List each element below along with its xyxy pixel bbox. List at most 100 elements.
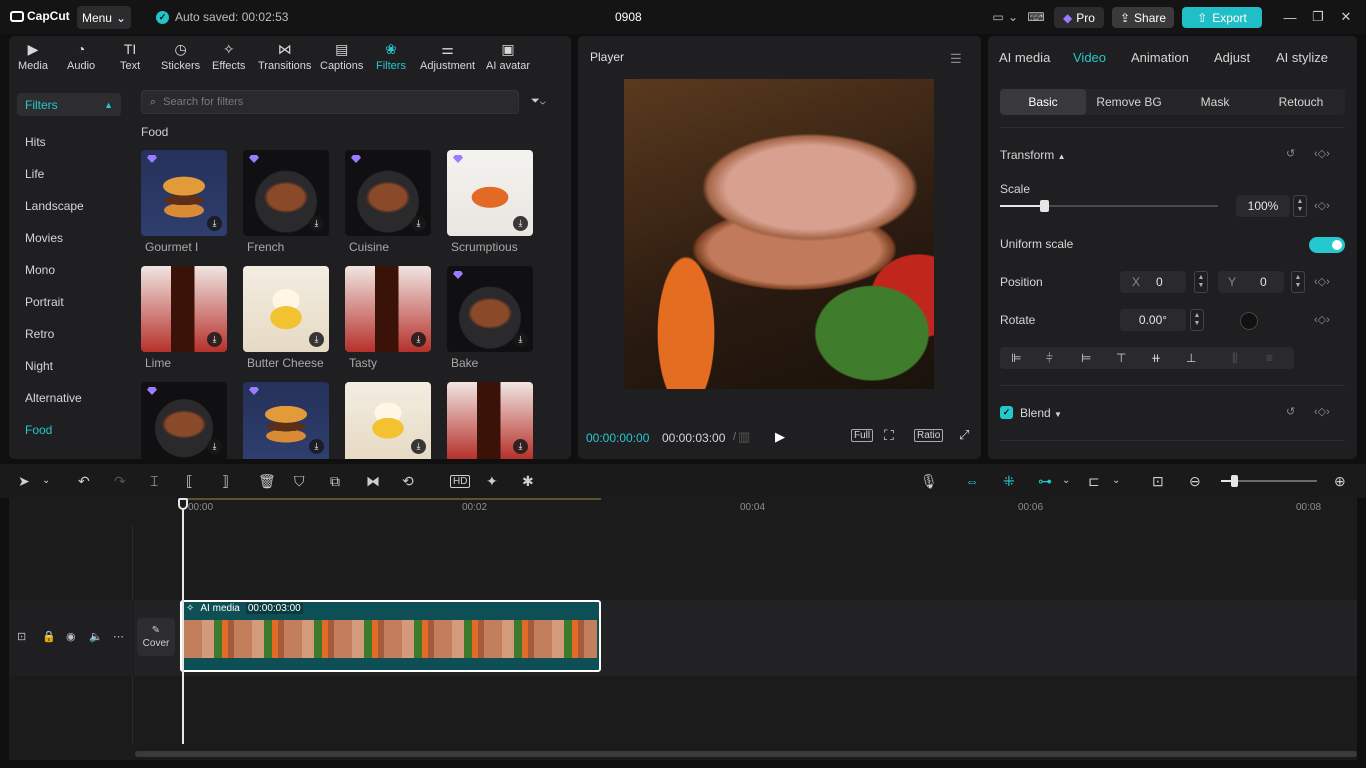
eye-icon[interactable]: ◉ [66, 630, 76, 643]
playhead[interactable] [182, 498, 184, 744]
blend-keyframe-icon[interactable]: ‹◇› [1314, 405, 1330, 418]
split-icon[interactable]: ⌶ [150, 473, 158, 490]
lock-icon[interactable]: 🔒 [42, 630, 56, 643]
align-bottom-icon[interactable]: ⊥ [1186, 351, 1196, 365]
zoom-out-icon[interactable]: ⊖ [1189, 473, 1201, 490]
layout-dropdown-icon[interactable]: ⌄ [1006, 9, 1020, 25]
delete-icon[interactable]: 🗑 [258, 473, 276, 490]
marker-icon[interactable]: ⛉ [294, 473, 305, 490]
tab-video[interactable]: Video [1073, 50, 1106, 65]
filter-thumb-row3-2[interactable]: ⤓ [243, 382, 329, 459]
align-center-h-icon[interactable]: ⫩ [1046, 351, 1053, 366]
select-tool-icon[interactable]: ➤ [18, 473, 30, 490]
waveform-icon[interactable]: ▥ [738, 429, 750, 445]
filter-thumb-row3-3[interactable]: ⤓ [345, 382, 431, 459]
cover-button[interactable]: ✎ Cover [137, 618, 175, 656]
zoom-in-icon[interactable]: ⊕ [1334, 473, 1346, 490]
download-icon[interactable]: ⤓ [207, 216, 222, 231]
zoom-fit-icon[interactable]: ⛶ [884, 427, 894, 444]
transform-section[interactable]: Transform ▲ [1000, 148, 1066, 162]
scale-input[interactable]: 100% [1236, 195, 1290, 217]
share-button[interactable]: ⇪ Share [1112, 7, 1174, 28]
full-button[interactable]: Full [851, 429, 874, 442]
keyboard-icon[interactable]: ⌨ [1024, 9, 1048, 25]
preview-axis-icon[interactable]: ⊏ [1088, 473, 1100, 490]
download-icon[interactable]: ⤓ [513, 439, 528, 454]
tab-stickers[interactable]: ◷ Stickers [161, 41, 200, 72]
filters-category-header[interactable]: Filters ▲ [17, 93, 121, 116]
crop-icon[interactable]: ⧉ [330, 473, 340, 490]
filter-thumb-french[interactable]: ⤓ [243, 150, 329, 236]
select-dropdown-icon[interactable]: ⌄ [42, 475, 50, 486]
download-icon[interactable]: ⤓ [513, 216, 528, 231]
playhead-handle[interactable] [178, 498, 188, 510]
align-right-icon[interactable]: ⊨ [1081, 351, 1091, 365]
download-icon[interactable]: ⤓ [411, 439, 426, 454]
rotate-keyframe-icon[interactable]: ‹◇› [1314, 313, 1330, 326]
auto-snap-icon[interactable]: ⁜ [1003, 473, 1015, 490]
restore-icon[interactable]: ❐ [1308, 9, 1328, 25]
undo-icon[interactable]: ↶ [78, 473, 90, 490]
blend-reset-icon[interactable]: ↺ [1286, 405, 1295, 418]
align-top-icon[interactable]: ⊤ [1116, 351, 1126, 365]
tab-animation[interactable]: Animation [1131, 50, 1189, 65]
position-y-input[interactable]: Y0 [1218, 271, 1284, 293]
download-icon[interactable]: ⤓ [411, 216, 426, 231]
filter-thumb-scrumptious[interactable]: ⤓ [447, 150, 533, 236]
tab-adjust[interactable]: Adjust [1214, 50, 1250, 65]
tab-audio[interactable]: ◔ Audio [67, 41, 95, 72]
tab-effects[interactable]: ✧ Effects [212, 41, 245, 72]
tab-text[interactable]: TI Text [120, 41, 140, 72]
magic-wand-icon[interactable]: ✦ [486, 473, 498, 490]
blend-section[interactable]: Blend ▼ [1020, 406, 1062, 420]
redo-icon[interactable]: ↷ [114, 473, 126, 490]
subtab-mask[interactable]: Mask [1172, 89, 1258, 115]
download-icon[interactable]: ⤓ [207, 332, 222, 347]
split-left-icon[interactable]: ⟦ [186, 473, 193, 490]
tab-captions[interactable]: ▤ Captions [320, 41, 363, 72]
scale-stepper[interactable]: ▲ ▼ [1293, 195, 1307, 217]
filter-thumb-gourmet[interactable]: ⤓ [141, 150, 227, 236]
subtab-basic[interactable]: Basic [1000, 89, 1086, 115]
position-x-input[interactable]: X0 [1120, 271, 1186, 293]
tab-ai-stylize[interactable]: AI stylize [1276, 50, 1328, 65]
tab-transitions[interactable]: ⋈ Transitions [258, 41, 311, 72]
filter-thumb-lime[interactable]: ⤓ [141, 266, 227, 352]
main-track-magnet-icon[interactable]: ⇔ [965, 473, 979, 489]
filter-thumb-row3-4[interactable]: ⤓ [447, 382, 533, 459]
zoom-slider-handle[interactable] [1231, 475, 1238, 487]
export-button[interactable]: ⇧ Export [1182, 7, 1262, 28]
reset-icon[interactable]: ↺ [1286, 147, 1295, 160]
preview-axis-dropdown-icon[interactable]: ⌄ [1112, 475, 1120, 486]
download-icon[interactable]: ⤓ [411, 332, 426, 347]
video-clip[interactable]: ✧ AI media 00:00:03:00 [180, 600, 601, 672]
menu-button[interactable]: Menu ⌄ [77, 6, 131, 29]
scale-slider-handle[interactable] [1039, 200, 1049, 212]
timeline[interactable]: 00:00 00:02 00:04 00:06 00:08 ⊡ 🔒 ◉ 🔈 ⋯ … [9, 498, 1357, 760]
category-night[interactable]: Night [25, 359, 53, 373]
more-icon[interactable]: ⋯ [113, 630, 124, 643]
caption-sync-icon[interactable]: ⊡ [1152, 473, 1164, 490]
download-icon[interactable]: ⤓ [513, 332, 528, 347]
category-mono[interactable]: Mono [25, 263, 55, 277]
link-dropdown-icon[interactable]: ⌄ [1062, 475, 1070, 486]
tab-filters[interactable]: ❀ Filters [376, 41, 406, 72]
category-food[interactable]: Food [25, 423, 52, 437]
download-icon[interactable]: ⤓ [309, 439, 324, 454]
play-icon[interactable]: ▶ [775, 429, 785, 445]
filter-thumb-bake[interactable]: ⤓ [447, 266, 533, 352]
pro-button[interactable]: ◆ Pro [1054, 7, 1104, 28]
rotate-icon[interactable]: ⟲ [402, 473, 414, 490]
category-landscape[interactable]: Landscape [25, 199, 84, 213]
hd-icon[interactable]: HD [450, 475, 471, 488]
blend-checkbox[interactable]: ✓ [1000, 406, 1013, 419]
distribute-h-icon[interactable]: ⫼ [1232, 351, 1238, 366]
timeline-scrollbar[interactable] [135, 751, 1357, 757]
download-icon[interactable]: ⤓ [309, 332, 324, 347]
position-keyframe-icon[interactable]: ‹◇› [1314, 275, 1330, 288]
preview-canvas[interactable] [624, 79, 934, 389]
sort-filter-icon[interactable]: ⏷⌄ [531, 95, 546, 108]
filter-search[interactable]: ⌕ Search for filters [141, 90, 519, 114]
mirror-icon[interactable]: ⧓ [366, 473, 380, 490]
category-alternative[interactable]: Alternative [25, 391, 82, 405]
